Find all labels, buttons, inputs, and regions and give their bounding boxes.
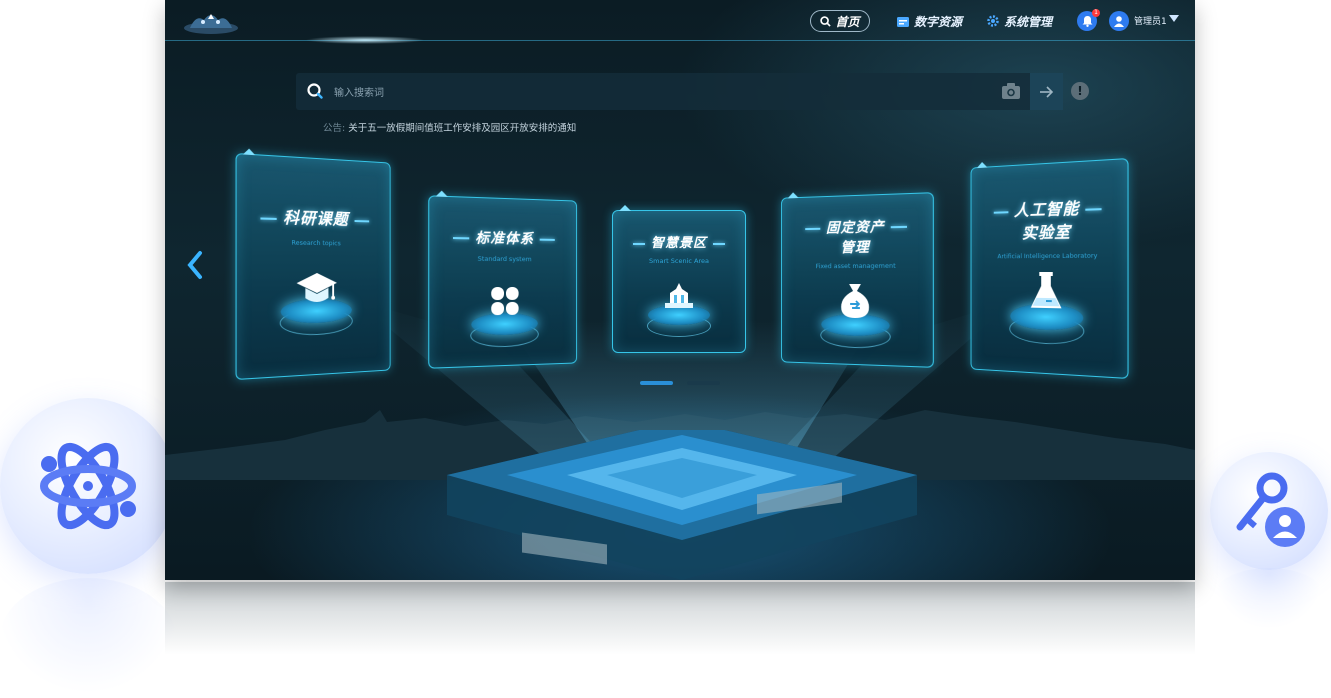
announcement-label: 公告: xyxy=(323,123,345,134)
flask-icon xyxy=(1029,270,1064,312)
folder-icon xyxy=(897,16,909,27)
search-submit-button[interactable] xyxy=(1030,73,1063,110)
card-subtitle: Fixed asset management xyxy=(782,261,933,270)
nav-system-management-label: 系统管理 xyxy=(1004,13,1052,30)
atom-orb xyxy=(0,398,176,574)
gear-icon xyxy=(987,15,999,27)
nav-home-button[interactable]: 首页 xyxy=(810,10,870,32)
bell-icon xyxy=(1082,15,1093,27)
card-standard-system[interactable]: 标准体系 Standard system xyxy=(428,195,577,368)
nav-digital-resources-label: 数字资源 xyxy=(914,13,962,30)
card-research-topics[interactable]: 科研课题 Research topics xyxy=(236,153,391,380)
atom-icon xyxy=(33,431,143,541)
screen-reflection xyxy=(165,582,1195,655)
key-user-orb xyxy=(1210,452,1328,570)
info-icon[interactable]: ! xyxy=(1071,82,1089,100)
card-title: 科研课题 xyxy=(237,204,390,231)
nav-home-label: 首页 xyxy=(835,13,859,30)
card-ai-laboratory[interactable]: 人工智能 实验室 Artificial Intelligence Laborat… xyxy=(971,158,1129,379)
card-subtitle: Standard system xyxy=(429,254,576,263)
notification-badge: 1 xyxy=(1092,9,1100,17)
search-icon xyxy=(820,16,831,27)
card-subtitle: Smart Scenic Area xyxy=(613,257,745,265)
card-subtitle: Artificial Intelligence Laboratory xyxy=(971,251,1127,260)
landmark-icon xyxy=(662,281,696,313)
header-light-accent xyxy=(305,36,425,44)
carousel-prev-icon[interactable] xyxy=(185,250,205,280)
key-user-icon xyxy=(1230,472,1310,552)
app-window: 首页 数字资源 系统管理 1 管理员1 输入搜索词 ! 公告: 关于五一放假期间… xyxy=(165,0,1195,580)
atom-orb-reflection xyxy=(0,578,176,698)
key-user-orb-reflection xyxy=(1212,568,1326,628)
announcement-link[interactable]: 关于五一放假期间值班工作安排及园区开放安排的通知 xyxy=(348,123,576,134)
nav-digital-resources[interactable]: 数字资源 xyxy=(897,10,962,32)
card-title: 智慧景区 xyxy=(613,235,745,254)
nav-system-management[interactable]: 系统管理 xyxy=(987,10,1052,32)
search-input[interactable] xyxy=(332,81,956,105)
user-name[interactable]: 管理员1 xyxy=(1134,14,1167,27)
user-icon xyxy=(1113,15,1125,27)
card-fixed-asset-management[interactable]: 固定资产 管理 Fixed asset management xyxy=(781,192,934,368)
search-bar xyxy=(296,73,1063,110)
card-title: 标准体系 xyxy=(429,227,576,250)
announcement: 公告: 关于五一放假期间值班工作安排及园区开放安排的通知 xyxy=(323,120,576,134)
card-title: 人工智能 实验室 xyxy=(971,195,1127,246)
money-bag-icon xyxy=(838,282,871,320)
arrow-right-icon xyxy=(1040,86,1054,98)
holographic-platform xyxy=(447,430,917,580)
logo xyxy=(182,8,240,34)
carousel-dot-1[interactable] xyxy=(640,381,673,385)
clover-grid-icon xyxy=(489,285,520,317)
camera-icon[interactable] xyxy=(1002,83,1020,99)
card-smart-scenic-area[interactable]: 智慧景区 Smart Scenic Area xyxy=(612,210,746,353)
graduation-cap-icon xyxy=(295,271,337,308)
search-icon xyxy=(307,83,323,99)
carousel-dot-2[interactable] xyxy=(687,381,720,385)
avatar[interactable] xyxy=(1109,11,1129,31)
top-nav-bar: 首页 数字资源 系统管理 1 管理员1 xyxy=(165,0,1195,41)
user-menu-caret-icon[interactable] xyxy=(1169,15,1179,22)
card-title: 固定资产 管理 xyxy=(782,216,933,259)
card-subtitle: Research topics xyxy=(237,238,390,248)
